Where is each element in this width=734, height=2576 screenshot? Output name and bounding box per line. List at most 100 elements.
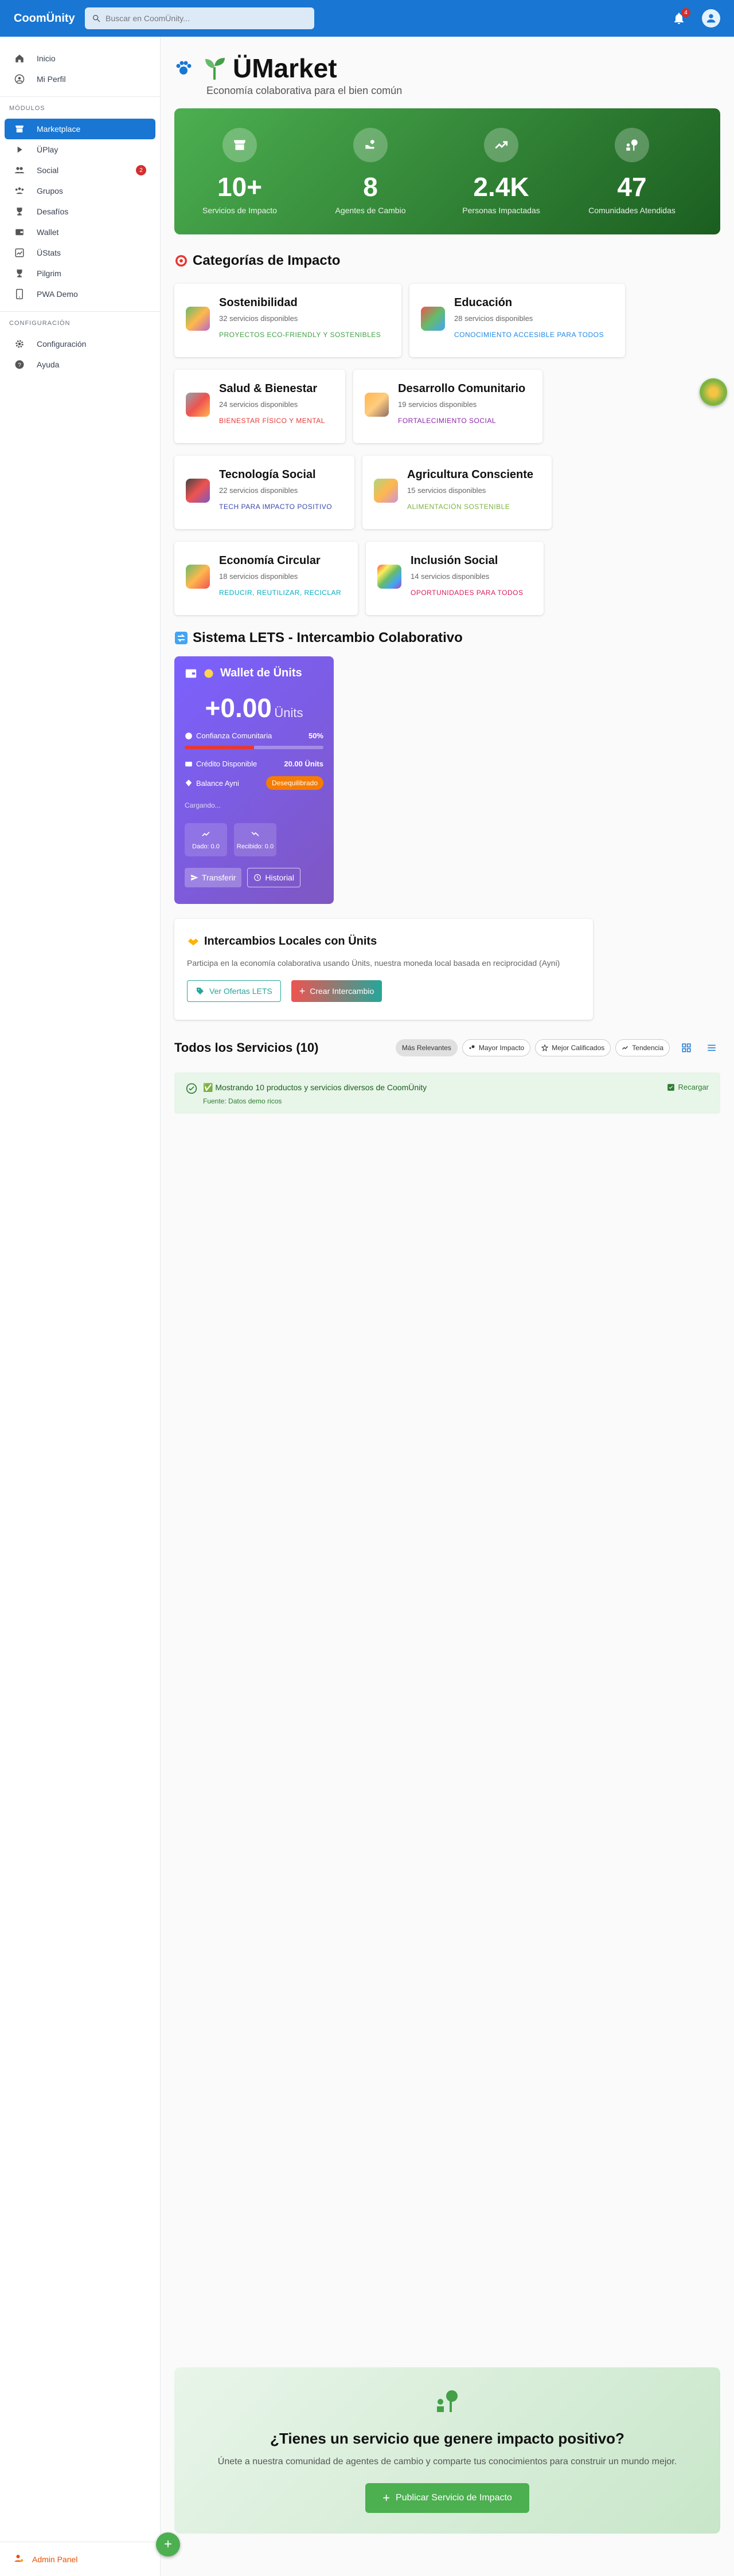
sidebar-item-label: Social bbox=[37, 166, 59, 175]
sidebar-item-marketplace[interactable]: Marketplace bbox=[5, 119, 155, 139]
sidebar-item-wallet[interactable]: Wallet bbox=[5, 222, 155, 242]
search-icon bbox=[93, 14, 100, 22]
sidebar-item-mi-perfil[interactable]: Mi Perfil bbox=[5, 69, 155, 89]
stat-communities: 47 Comunidades Atendidas bbox=[580, 128, 684, 215]
given-value: Dado: 0.0 bbox=[192, 843, 220, 850]
nature-people-icon bbox=[437, 2390, 458, 2412]
category-tag: ALIMENTACIÓN SOSTENIBLE bbox=[407, 503, 510, 511]
category-card-sostenibilidad[interactable]: Sostenibilidad 32 servicios disponibles … bbox=[174, 284, 401, 357]
trending-down-icon bbox=[251, 832, 259, 836]
educacion-icon bbox=[421, 307, 445, 331]
lets-title: Sistema LETS - Intercambio Colaborativo bbox=[193, 630, 463, 645]
floating-assistant-avatar[interactable] bbox=[700, 378, 727, 406]
wallet-icon bbox=[14, 226, 25, 238]
profile-icon bbox=[14, 73, 25, 85]
stat-value: 47 bbox=[617, 172, 647, 202]
publish-service-button[interactable]: + Publicar Servicio de Impacto bbox=[365, 2483, 529, 2513]
category-name: Educación bbox=[454, 296, 513, 309]
category-count: 28 servicios disponibles bbox=[454, 314, 533, 323]
admin-panel-link[interactable]: Admin Panel bbox=[0, 2542, 161, 2576]
credit-label: Crédito Disponible bbox=[196, 760, 257, 768]
local-exchanges-title: Intercambios Locales con Ünits bbox=[204, 935, 377, 948]
category-card-tecnologia[interactable]: Tecnología Social 22 servicios disponibl… bbox=[174, 456, 354, 529]
laptop-icon bbox=[186, 479, 210, 503]
category-card-inclusion[interactable]: Inclusión Social 14 servicios disponible… bbox=[366, 542, 544, 615]
trending-up-icon bbox=[484, 128, 518, 162]
stat-label: Comunidades Atendidas bbox=[588, 206, 676, 215]
sidebar-item-configuracion[interactable]: Configuración bbox=[5, 334, 155, 354]
category-card-educacion[interactable]: Educación 28 servicios disponibles CONOC… bbox=[409, 284, 625, 357]
stat-label: Agentes de Cambio bbox=[335, 206, 406, 215]
sidebar-item-social[interactable]: Social 2 bbox=[5, 160, 155, 181]
check-circle-icon bbox=[186, 1083, 197, 1094]
create-exchange-button[interactable]: + Crear Intercambio bbox=[291, 980, 382, 1002]
category-name: Economía Circular bbox=[219, 554, 321, 567]
sidebar-item-ustats[interactable]: ÜStats bbox=[5, 242, 155, 263]
filter-chip-calificados[interactable]: Mejor Calificados bbox=[535, 1039, 611, 1056]
phone-icon bbox=[14, 288, 25, 300]
services-title: Todos los Servicios (10) bbox=[174, 1040, 319, 1055]
services-info-alert: ✅ Mostrando 10 productos y servicios div… bbox=[174, 1072, 720, 1114]
category-card-agricultura[interactable]: Agricultura Consciente 15 servicios disp… bbox=[362, 456, 552, 529]
view-lets-offers-button[interactable]: Ver Ofertas LETS bbox=[187, 980, 281, 1002]
top-app-bar: CoomÜnity Buscar en CoomÜnity... 4 bbox=[0, 0, 734, 37]
gear-icon bbox=[14, 338, 25, 350]
plus-icon: + bbox=[299, 985, 306, 997]
reload-button[interactable]: Recargar bbox=[667, 1083, 709, 1091]
local-exchanges-actions: Ver Ofertas LETS + Crear Intercambio bbox=[187, 980, 580, 1002]
filter-chip-impacto[interactable]: Mayor Impacto bbox=[462, 1039, 531, 1056]
given-box: Dado: 0.0 bbox=[185, 823, 227, 856]
sidebar-item-grupos[interactable]: Grupos bbox=[5, 181, 155, 201]
list-view-button[interactable] bbox=[703, 1039, 720, 1056]
sidebar-item-pilgrim[interactable]: Pilgrim bbox=[5, 263, 155, 284]
user-avatar-button[interactable] bbox=[702, 9, 720, 28]
page-subtitle: Economía colaborativa para el bien común bbox=[206, 85, 403, 96]
grid-icon bbox=[682, 1043, 691, 1052]
sidebar-item-ayuda[interactable]: ? Ayuda bbox=[5, 354, 155, 375]
groups-icon bbox=[14, 185, 25, 197]
credit-icon bbox=[185, 761, 192, 766]
category-card-economia-circular[interactable]: Economía Circular 18 servicios disponibl… bbox=[174, 542, 358, 615]
sidebar-item-desafios[interactable]: Desafíos bbox=[5, 201, 155, 222]
search-bar[interactable]: Buscar en CoomÜnity... bbox=[85, 7, 314, 29]
play-icon bbox=[14, 144, 25, 155]
plus-icon: + bbox=[382, 2491, 391, 2505]
trending-up-icon bbox=[202, 832, 210, 836]
brand-logo[interactable]: CoomÜnity bbox=[14, 12, 85, 25]
grid-view-button[interactable] bbox=[678, 1039, 695, 1056]
sidebar-item-uplay[interactable]: ÜPlay bbox=[5, 139, 155, 160]
account-icon bbox=[706, 14, 716, 23]
store-icon bbox=[222, 128, 257, 162]
sostenibilidad-icon bbox=[186, 307, 210, 331]
category-count: 18 servicios disponibles bbox=[219, 572, 298, 581]
sidebar-item-inicio[interactable]: Inicio bbox=[5, 48, 155, 69]
rainbow-icon bbox=[377, 565, 401, 589]
stat-people: 2.4K Personas Impactadas bbox=[450, 128, 553, 215]
filter-chip-relevantes[interactable]: Más Relevantes bbox=[395, 1039, 458, 1056]
wallet-balance: +0.00 Ünits bbox=[185, 692, 323, 723]
category-name: Inclusión Social bbox=[411, 554, 498, 567]
lets-header: Sistema LETS - Intercambio Colaborativo bbox=[174, 630, 720, 646]
wallet-header: Wallet de Ünits bbox=[185, 667, 323, 680]
category-card-desarrollo[interactable]: Desarrollo Comunitario 19 servicios disp… bbox=[353, 370, 542, 443]
history-button[interactable]: Historial bbox=[247, 868, 300, 887]
categories-row: Economía Circular 18 servicios disponibl… bbox=[174, 542, 720, 615]
categories-row: Salud & Bienestar 24 servicios disponibl… bbox=[174, 370, 720, 443]
filter-chip-tendencia[interactable]: Tendencia bbox=[615, 1039, 670, 1056]
sidebar-divider bbox=[0, 96, 160, 97]
sidebar-item-label: Configuración bbox=[37, 339, 87, 349]
trust-label: Confianza Comunitaria bbox=[196, 731, 272, 740]
list-icon bbox=[708, 1044, 716, 1051]
transfer-button[interactable]: Transferir bbox=[185, 868, 242, 887]
ayni-row: Balance Ayni Desequilibrado bbox=[185, 776, 323, 790]
trust-progress-bar bbox=[185, 746, 323, 749]
category-count: 14 servicios disponibles bbox=[411, 572, 490, 581]
add-fab-button[interactable]: + bbox=[156, 2532, 180, 2557]
sidebar-item-pwa-demo[interactable]: PWA Demo bbox=[5, 284, 155, 304]
category-name: Desarrollo Comunitario bbox=[398, 382, 526, 395]
category-count: 24 servicios disponibles bbox=[219, 400, 298, 409]
category-card-salud[interactable]: Salud & Bienestar 24 servicios disponibl… bbox=[174, 370, 345, 443]
alert-source: Fuente: Datos demo ricos bbox=[203, 1097, 282, 1105]
stat-value: 10+ bbox=[217, 172, 263, 202]
notifications-button[interactable]: 4 bbox=[672, 8, 690, 25]
